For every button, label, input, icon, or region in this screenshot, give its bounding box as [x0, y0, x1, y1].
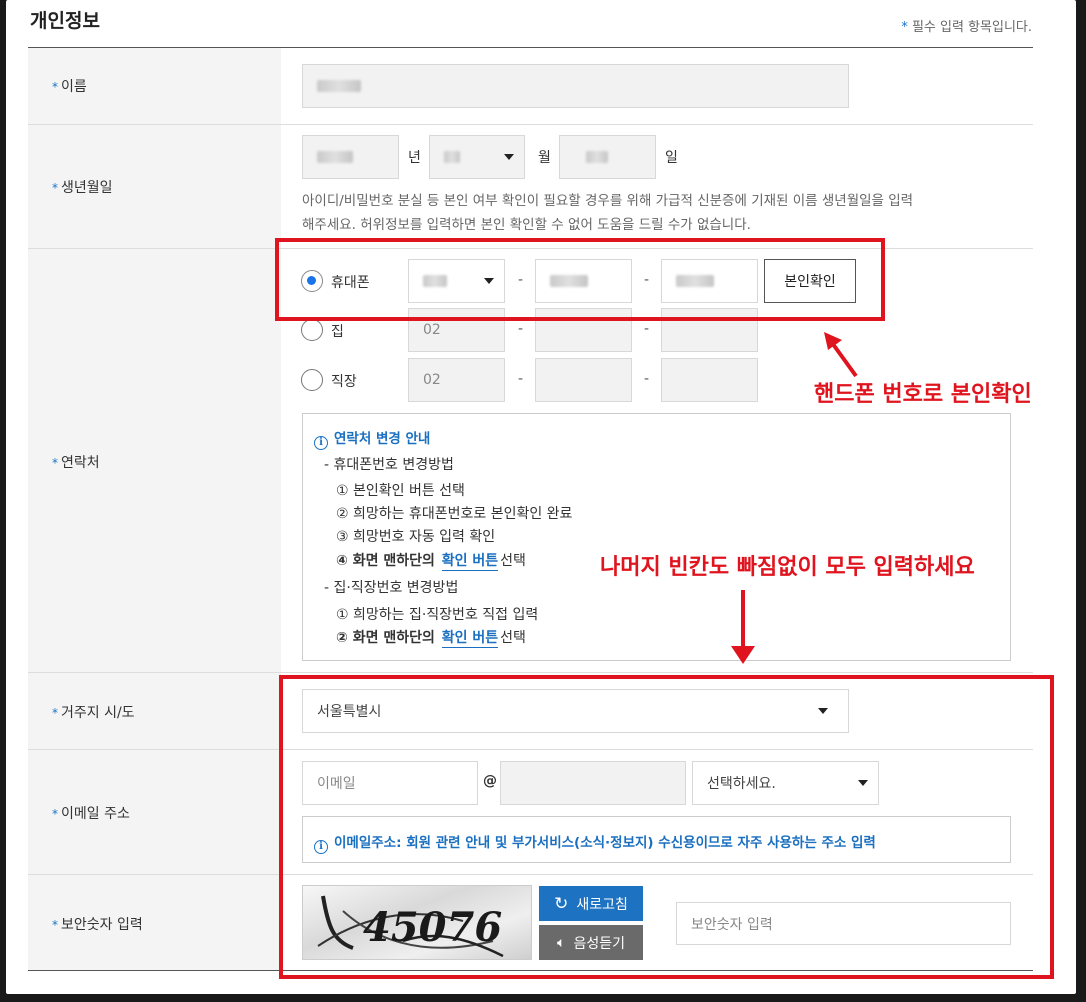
phone-verify-highlight	[275, 238, 885, 321]
contact-label: * 연락처	[52, 455, 100, 471]
dash: -	[518, 321, 524, 337]
confirm-button-link[interactable]: 확인 버튼	[441, 553, 499, 571]
section-title: 개인정보	[30, 10, 100, 32]
work-last-input[interactable]	[661, 358, 758, 402]
divider	[28, 124, 1033, 125]
annotation-arrow-icon	[824, 332, 858, 378]
annotation-down-arrow-icon	[731, 590, 755, 664]
region-label: * 거주지 시/도	[52, 705, 135, 721]
required-star: *	[901, 20, 908, 35]
mobile-step: ① 본인확인 버튼 선택	[336, 483, 465, 499]
captcha-label: * 보안숫자 입력	[52, 917, 143, 933]
dash: -	[518, 371, 524, 387]
email-label: * 이메일 주소	[52, 806, 130, 822]
dash: -	[644, 371, 650, 387]
dash: -	[644, 321, 650, 337]
home-step: ① 희망하는 집·직장번호 직접 입력	[336, 607, 539, 623]
birth-month-select[interactable]	[429, 135, 525, 179]
day-unit: 일	[665, 150, 678, 166]
birth-year-input[interactable]	[302, 135, 399, 179]
name-input[interactable]	[302, 64, 849, 108]
chevron-down-icon	[504, 154, 514, 160]
name-label: * 이름	[52, 79, 87, 95]
home-change-heading: - 집·직장번호 변경방법	[324, 580, 459, 596]
work-label: 직장	[331, 374, 357, 390]
remaining-fields-highlight	[279, 675, 1054, 979]
birth-label: * 생년월일	[52, 180, 113, 196]
mobile-change-heading: - 휴대폰번호 변경방법	[324, 457, 454, 473]
confirm-button-link[interactable]: 확인 버튼	[441, 630, 499, 648]
home-label: 집	[331, 324, 344, 340]
divider	[28, 47, 1033, 48]
personal-info-form: 개인정보 * 필수 입력 항목입니다. * 이름 * 생년월일 년 월 일 아이디/…	[6, 0, 1076, 994]
mobile-step: ④ 화면 맨하단의 확인 버튼 선택	[336, 553, 526, 571]
divider	[28, 672, 1033, 673]
home-step: ② 화면 맨하단의 확인 버튼 선택	[336, 630, 526, 648]
home-radio[interactable]	[301, 319, 323, 341]
year-unit: 년	[408, 150, 421, 166]
phone-verify-annotation: 핸드폰 번호로 본인확인	[814, 382, 1032, 407]
mobile-step: ③ 희망번호 자동 입력 확인	[336, 529, 496, 545]
birth-help-text: 아이디/비밀번호 분실 등 본인 여부 확인이 필요할 경우를 위해 가급적 신…	[302, 193, 914, 233]
work-prefix-select[interactable]: 02	[408, 358, 505, 402]
birth-day-input[interactable]	[559, 135, 656, 179]
work-radio[interactable]	[301, 369, 323, 391]
info-title: i 연락처 변경 안내	[314, 427, 430, 450]
mobile-step: ② 희망하는 휴대폰번호로 본인확인 완료	[336, 506, 573, 522]
work-middle-input[interactable]	[535, 358, 632, 402]
required-note: * 필수 입력 항목입니다.	[901, 16, 1032, 35]
month-unit: 월	[538, 150, 551, 166]
required-note-text: 필수 입력 항목입니다.	[911, 20, 1032, 35]
info-icon: i	[314, 435, 328, 450]
fill-all-annotation: 나머지 빈칸도 빠짐없이 모두 입력하세요	[600, 555, 975, 580]
